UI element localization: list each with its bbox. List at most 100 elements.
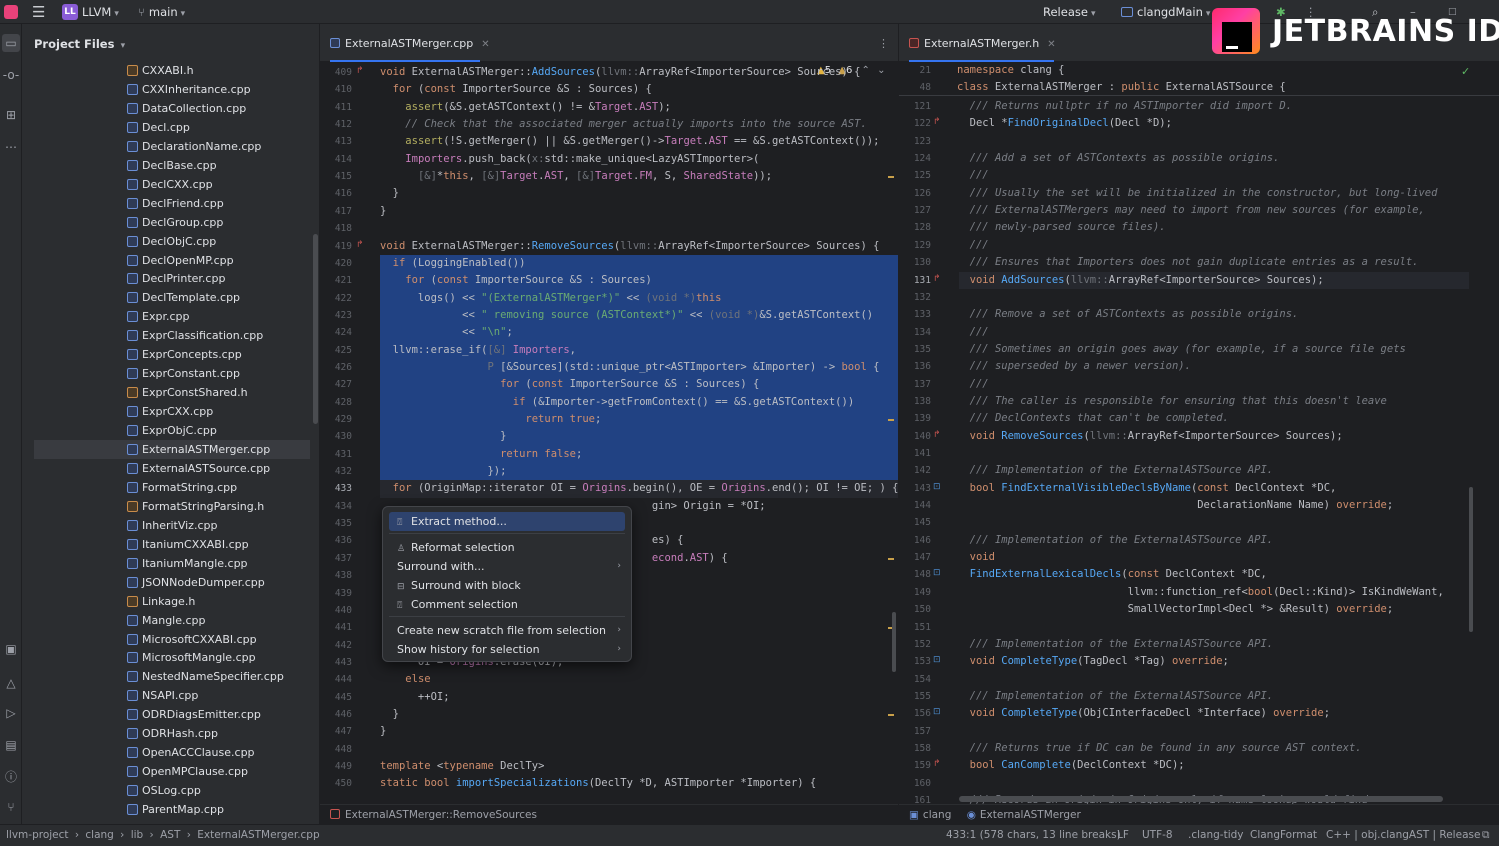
file-tree-item[interactable]: InheritViz.cpp bbox=[34, 516, 310, 535]
file-tree-item[interactable]: JSONNodeDumper.cpp bbox=[34, 573, 310, 592]
file-tree-item[interactable]: ItaniumCXXABI.cpp bbox=[34, 535, 310, 554]
code-line[interactable]: /// Implementation of the ExternalASTSou… bbox=[957, 688, 1273, 705]
code-line[interactable]: void RemoveSources(llvm::ArrayRef<Import… bbox=[957, 428, 1343, 445]
context-menu-item[interactable]: Show history for selection › bbox=[389, 640, 625, 659]
file-tree-item[interactable]: DeclOpenMP.cpp bbox=[34, 251, 310, 270]
gutter-method-icon[interactable]: ↱ bbox=[356, 240, 364, 250]
gutter-method-icon[interactable]: ↱ bbox=[933, 759, 941, 769]
file-tree-item[interactable]: NestedNameSpecifier.cpp bbox=[34, 667, 310, 686]
code-line[interactable]: << " removing source (ASTContext*)" << (… bbox=[380, 307, 873, 324]
code-line[interactable]: void CompleteType(TagDecl *Tag) override… bbox=[957, 653, 1229, 670]
code-line[interactable]: void AddSources(llvm::ArrayRef<ImporterS… bbox=[957, 272, 1324, 289]
code-line[interactable]: if (LoggingEnabled()) bbox=[380, 255, 526, 272]
code-line[interactable]: bool FindExternalVisibleDeclsByName(cons… bbox=[957, 480, 1337, 497]
code-line[interactable]: } bbox=[380, 723, 386, 740]
file-tree-item[interactable]: CXXABI.h bbox=[34, 61, 310, 80]
code-line[interactable]: assert(&S.getASTContext() != &Target.AST… bbox=[380, 99, 671, 116]
file-tree-item[interactable]: DeclFriend.cpp bbox=[34, 194, 310, 213]
code-line[interactable]: if (&Importer->getFromContext() == &S.ge… bbox=[380, 394, 854, 411]
file-tree-item[interactable]: OpenACCClause.cpp bbox=[34, 743, 310, 762]
context-menu-item[interactable]: Create new scratch file from selection › bbox=[389, 621, 625, 640]
code-line[interactable]: FindExternalLexicalDecls(const DeclConte… bbox=[957, 566, 1267, 583]
context-menu-item[interactable]: ♙ Reformat selection bbox=[389, 538, 625, 557]
notifications-tool-icon[interactable]: ⓘ bbox=[2, 768, 20, 786]
status-crumb[interactable]: ExternalASTMerger.cpp bbox=[197, 829, 319, 841]
lock-icon[interactable]: ⧉ bbox=[1482, 829, 1490, 842]
code-line[interactable]: } bbox=[380, 185, 399, 202]
file-tree-item[interactable]: DeclTemplate.cpp bbox=[34, 288, 310, 307]
code-line[interactable]: /// Implementation of the ExternalASTSou… bbox=[957, 462, 1273, 479]
code-line[interactable]: /// Sometimes an origin goes away (for e… bbox=[957, 341, 1406, 358]
code-line[interactable]: template <typename DeclTy> bbox=[380, 758, 544, 775]
gutter-override-icon[interactable]: ⊡ bbox=[933, 707, 941, 717]
file-tree-item[interactable]: ExprClassification.cpp bbox=[34, 326, 310, 345]
more-tools-icon[interactable]: ⋯ bbox=[2, 138, 20, 156]
main-menu-icon[interactable]: ☰ bbox=[32, 3, 45, 21]
code-line[interactable]: /// bbox=[957, 167, 989, 184]
terminal-tool-icon[interactable]: ▣ bbox=[2, 640, 20, 658]
gutter-override-icon[interactable]: ⊡ bbox=[933, 655, 941, 665]
warning-stripe-marker[interactable] bbox=[888, 419, 894, 421]
code-line[interactable]: << "\n"; bbox=[380, 324, 513, 341]
code-line[interactable]: void ExternalASTMerger::RemoveSources(ll… bbox=[380, 238, 879, 255]
file-tree-item[interactable]: DeclObjC.cpp bbox=[34, 232, 310, 251]
file-tree-item[interactable]: ExprConcepts.cpp bbox=[34, 345, 310, 364]
code-line[interactable]: Decl *FindOriginalDecl(Decl *D); bbox=[957, 115, 1172, 132]
status-crumb[interactable]: llvm-project bbox=[6, 829, 69, 841]
problems-tool-icon[interactable]: △ bbox=[2, 674, 20, 692]
code-line[interactable]: /// Implementation of the ExternalASTSou… bbox=[957, 636, 1273, 653]
code-line[interactable]: /// ExternalASTMergers may need to impor… bbox=[957, 202, 1425, 219]
file-tree-item[interactable]: ExprConstant.cpp bbox=[34, 364, 310, 383]
code-line[interactable]: /// Implementation of the ExternalASTSou… bbox=[957, 532, 1273, 549]
code-line[interactable]: class ExternalASTMerger : public Externa… bbox=[957, 79, 1286, 96]
code-line[interactable]: llvm::function_ref<bool(Decl::Kind)> IsK… bbox=[957, 584, 1444, 601]
left-editor-breadcrumb[interactable]: ExternalASTMerger::RemoveSources bbox=[320, 804, 898, 824]
gutter-override-icon[interactable]: ⊡ bbox=[933, 568, 941, 578]
code-line[interactable]: /// bbox=[957, 376, 989, 393]
code-line[interactable]: for (const ImporterSource &S : Sources) … bbox=[380, 81, 652, 98]
tab-externalastmerger-cpp[interactable]: ExternalASTMerger.cpp ✕ bbox=[330, 37, 490, 50]
left-editor-scrollbar[interactable] bbox=[892, 612, 896, 672]
code-line[interactable]: /// Remove a set of ASTContexts as possi… bbox=[957, 306, 1299, 323]
code-line[interactable]: /// Returns true if DC can be found in a… bbox=[957, 740, 1362, 757]
code-line[interactable]: return false; bbox=[380, 446, 582, 463]
code-line[interactable]: else bbox=[380, 671, 430, 688]
run-config-selector[interactable]: Release ▾ bbox=[1043, 3, 1095, 21]
file-tree-item[interactable]: ExprCXX.cpp bbox=[34, 402, 310, 421]
status-crumb[interactable]: AST bbox=[160, 829, 180, 841]
right-editor-breadcrumb[interactable]: ▣ clang ◉ ExternalASTMerger bbox=[899, 804, 1499, 824]
warning-stripe-marker[interactable] bbox=[888, 713, 894, 716]
file-tree-item[interactable]: DeclBase.cpp bbox=[34, 156, 310, 175]
code-line[interactable]: /// The caller is responsible for ensuri… bbox=[957, 393, 1387, 410]
clang-tidy-status[interactable]: .clang-tidy bbox=[1188, 829, 1243, 841]
code-line[interactable]: assert(!S.getMerger() || &S.getMerger()-… bbox=[380, 133, 879, 150]
language-context[interactable]: C++ | obj.clangAST | Release bbox=[1326, 829, 1480, 841]
status-crumb[interactable]: lib bbox=[131, 829, 144, 841]
file-tree-item[interactable]: ODRHash.cpp bbox=[34, 724, 310, 743]
code-line[interactable]: /// Add a set of ASTContexts as possible… bbox=[957, 150, 1280, 167]
code-line[interactable]: /// newly-parsed source files). bbox=[957, 219, 1166, 236]
commit-tool-icon[interactable]: -o- bbox=[2, 66, 20, 84]
console-tool-icon[interactable]: ▤ bbox=[2, 736, 20, 754]
context-menu-item[interactable]: ⊟ Surround with block bbox=[389, 576, 625, 595]
code-line[interactable]: void ExternalASTMerger::AddSources(llvm:… bbox=[380, 64, 860, 81]
file-tree-item[interactable]: ParentMap.cpp bbox=[34, 800, 310, 819]
file-tree-item[interactable]: DeclarationName.cpp bbox=[34, 137, 310, 156]
file-tree-item[interactable]: ExternalASTSource.cpp bbox=[34, 459, 310, 478]
file-tree-item[interactable]: DeclCXX.cpp bbox=[34, 175, 310, 194]
file-tree-item[interactable]: OSLog.cpp bbox=[34, 781, 310, 800]
code-line[interactable]: namespace clang { bbox=[957, 62, 1064, 79]
context-menu-item[interactable]: Surround with... › bbox=[389, 557, 625, 576]
project-panel-title[interactable]: Project Files ▾ bbox=[34, 37, 125, 51]
file-tree-item[interactable]: Mangle.cpp bbox=[34, 611, 310, 630]
file-tree-item[interactable]: DataCollection.cpp bbox=[34, 99, 310, 118]
code-line[interactable]: llvm::erase_if([&] Importers, bbox=[380, 342, 576, 359]
code-line[interactable]: /// bbox=[957, 324, 989, 341]
code-line[interactable]: /// DeclContexts that can't be completed… bbox=[957, 410, 1229, 427]
right-editor-scrollbar[interactable] bbox=[1469, 487, 1473, 632]
file-tree-item[interactable]: ODRDiagsEmitter.cpp bbox=[34, 705, 310, 724]
code-line[interactable]: for (const ImporterSource &S : Sources) bbox=[380, 272, 652, 289]
code-line[interactable]: } bbox=[380, 203, 386, 220]
file-tree-item[interactable]: ExprObjC.cpp bbox=[34, 421, 310, 440]
code-line[interactable]: DeclarationName Name) override; bbox=[957, 497, 1393, 514]
